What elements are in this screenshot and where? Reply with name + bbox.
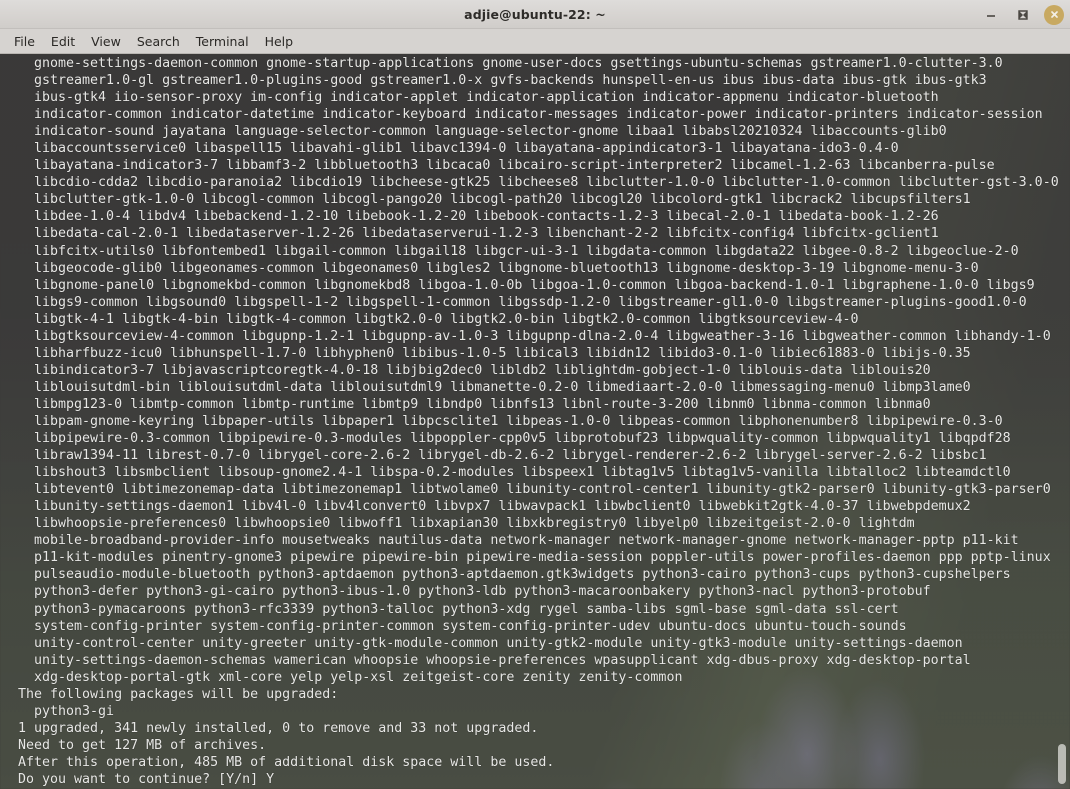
terminal-line: libunity-settings-daemon1 libv4l-0 libv4… [18, 499, 971, 515]
menu-item-edit[interactable]: Edit [43, 32, 83, 51]
terminal-line: libclutter-gtk-1.0-0 libcogl-common libc… [18, 192, 971, 208]
terminal-line: libshout3 libsmbclient libsoup-gnome2.4-… [18, 465, 1011, 481]
terminal-line: libwhoopsie-preferences0 libwhoopsie0 li… [18, 516, 915, 532]
terminal-line: gstreamer1.0-gl gstreamer1.0-plugins-goo… [18, 73, 987, 89]
terminal-line: unity-settings-daemon-schemas wamerican … [18, 652, 971, 668]
terminal-line: libcdio-cdda2 libcdio-paranoia2 libcdio1… [18, 175, 1059, 191]
menu-item-search[interactable]: Search [129, 32, 188, 51]
terminal-line: xdg-desktop-portal-gtk xml-core yelp yel… [18, 669, 683, 685]
terminal-line: libaccountsservice0 libaspell15 libavahi… [18, 141, 899, 157]
terminal-line: system-config-printer system-config-prin… [18, 618, 907, 634]
maximize-button[interactable] [1012, 4, 1034, 26]
terminal-line: libmpg123-0 libmtp-common libmtp-runtime… [18, 396, 931, 412]
terminal-line: ibus-gtk4 iio-sensor-proxy im-config ind… [18, 90, 939, 106]
minimize-button[interactable] [980, 4, 1002, 26]
minimize-icon [985, 9, 997, 21]
terminal-line: The following packages will be upgraded: [18, 686, 339, 702]
terminal-line: libgtk-4-1 libgtk-4-bin libgtk-4-common … [18, 311, 859, 327]
terminal-line: libindicator3-7 libjavascriptcoregtk-4.0… [18, 362, 931, 378]
terminal-line: indicator-common indicator-datetime indi… [18, 107, 1043, 123]
terminal-line: libgs9-common libgsound0 libgspell-1-2 l… [18, 294, 1027, 310]
terminal-line: pulseaudio-module-bluetooth python3-aptd… [18, 567, 1011, 583]
terminal-line: libgnome-panel0 libgnomekbd-common libgn… [18, 277, 1035, 293]
menu-item-file[interactable]: File [6, 32, 43, 51]
menu-item-terminal[interactable]: Terminal [188, 32, 257, 51]
terminal-line: python3-gi [18, 703, 115, 719]
terminal-line: indicator-sound jayatana language-select… [18, 124, 947, 140]
terminal-line: 1 upgraded, 341 newly installed, 0 to re… [18, 720, 539, 736]
terminal-line: mobile-broadband-provider-info mousetwea… [18, 533, 1019, 549]
maximize-icon [1017, 9, 1029, 21]
terminal-line: libgeocode-glib0 libgeonames-common libg… [18, 260, 979, 276]
terminal-line: p11-kit-modules pinentry-gnome3 pipewire… [18, 550, 1051, 566]
window-title: adjie@ubuntu-22: ~ [464, 6, 606, 22]
close-icon [1049, 9, 1060, 20]
terminal-line: libraw1394-11 librest-0.7-0 librygel-cor… [18, 448, 987, 464]
terminal-line: libedata-cal-2.0-1 libedataserver-1.2-26… [18, 226, 939, 242]
window-controls [980, 0, 1064, 29]
terminal-line: libharfbuzz-icu0 libhunspell-1.7-0 libhy… [18, 345, 971, 361]
terminal-line: liblouisutdml-bin liblouisutdml-data lib… [18, 379, 971, 395]
terminal-body[interactable]: gnome-settings-daemon-common gnome-start… [0, 54, 1070, 789]
terminal-line: libpipewire-0.3-common libpipewire-0.3-m… [18, 431, 1011, 447]
terminal-line: python3-defer python3-gi-cairo python3-i… [18, 584, 931, 600]
menu-item-help[interactable]: Help [257, 32, 302, 51]
terminal-window: adjie@ubuntu-22: ~ File Edit View Search… [0, 0, 1070, 789]
terminal-line: Need to get 127 MB of archives. [18, 737, 267, 753]
terminal-line: libayatana-indicator3-7 libbamf3-2 libbl… [18, 158, 995, 174]
terminal-line: libgtksourceview-4-common libgupnp-1.2-1… [18, 328, 1051, 344]
terminal-line: python3-pymacaroons python3-rfc3339 pyth… [18, 601, 899, 617]
terminal-line: libfcitx-utils0 libfontembed1 libgail-co… [18, 243, 1019, 259]
menu-bar: File Edit View Search Terminal Help [0, 29, 1070, 54]
terminal-line: gnome-settings-daemon-common gnome-start… [18, 56, 1003, 71]
terminal-line: libtevent0 libtimezonemap-data libtimezo… [18, 482, 1051, 498]
terminal-line: unity-control-center unity-greeter unity… [18, 635, 963, 651]
scrollbar-track[interactable] [1056, 54, 1070, 789]
terminal-line: Do you want to continue? [Y/n] Y [18, 771, 275, 787]
close-button[interactable] [1044, 4, 1064, 25]
terminal-line: After this operation, 485 MB of addition… [18, 754, 555, 770]
menu-item-view[interactable]: View [83, 32, 129, 51]
terminal-line: libpam-gnome-keyring libpaper-utils libp… [18, 413, 1003, 429]
title-bar[interactable]: adjie@ubuntu-22: ~ [0, 0, 1070, 29]
terminal-output[interactable]: gnome-settings-daemon-common gnome-start… [0, 54, 1070, 789]
scrollbar-thumb[interactable] [1058, 744, 1066, 784]
terminal-line: libdee-1.0-4 libdv4 libebackend-1.2-10 l… [18, 209, 939, 225]
